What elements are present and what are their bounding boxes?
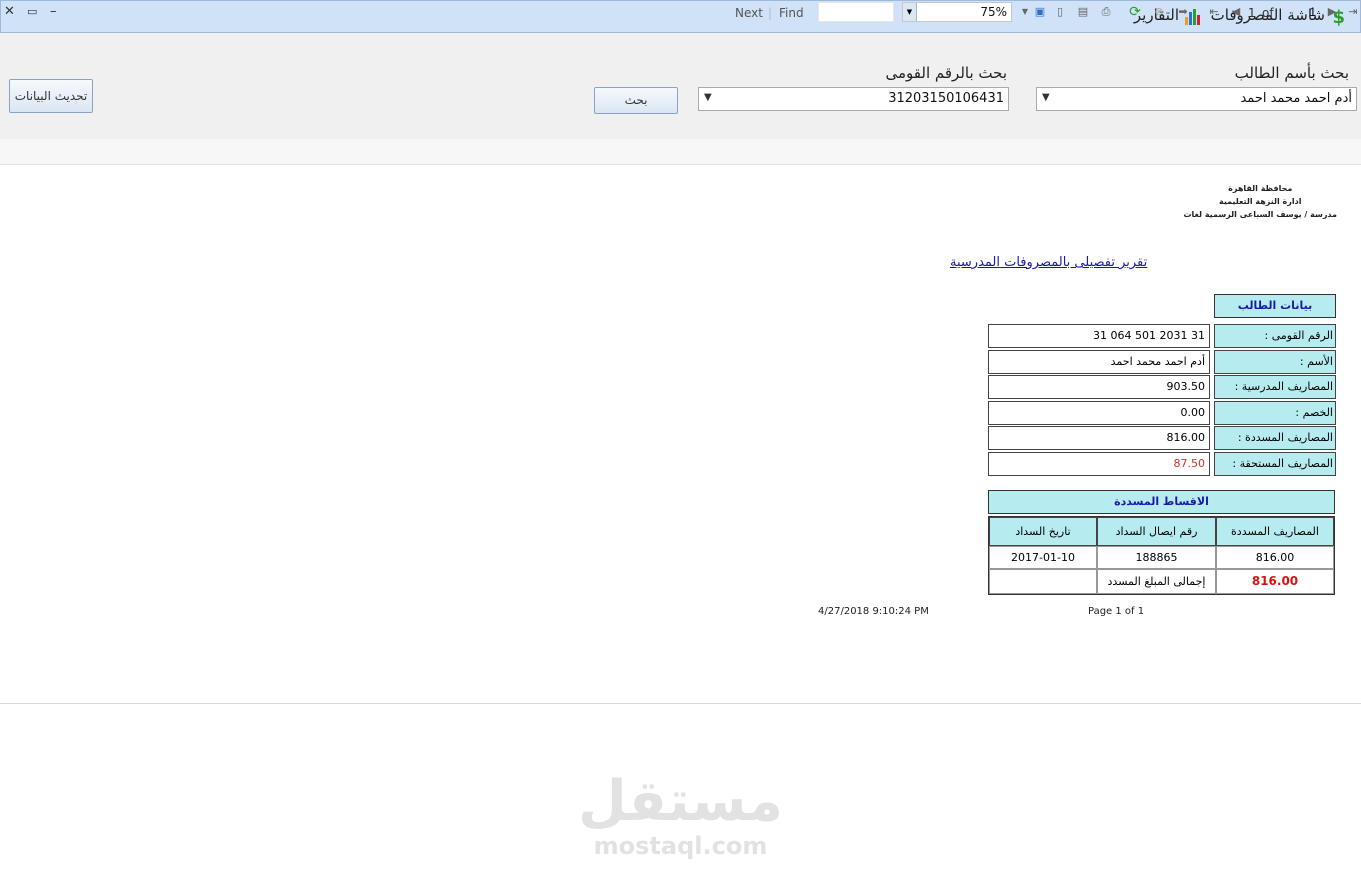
- page-setup-icon[interactable]: ▯: [1053, 5, 1067, 19]
- export-icon[interactable]: ▣: [1033, 5, 1047, 19]
- chevron-down-icon: ▼: [1042, 92, 1050, 103]
- next-link[interactable]: Next: [735, 6, 763, 20]
- empty-cell: [989, 569, 1097, 594]
- installments-table: المصاريف المسددة رقم ايصال السداد تاريخ …: [988, 516, 1335, 595]
- header-governorate: محافظة القاهرة: [1228, 184, 1293, 193]
- export-dropdown-icon[interactable]: ▼: [1018, 5, 1032, 19]
- student-field-label: المصاريف المستحقة :: [1214, 451, 1336, 476]
- watermark-logo: مستقل: [578, 769, 783, 834]
- student-field-label: الرقم القومى :: [1214, 324, 1336, 348]
- chevron-down-icon: ▼: [903, 3, 917, 21]
- refresh-data-button[interactable]: تحديث البيانات: [9, 79, 93, 113]
- total-pages: 1: [1248, 6, 1256, 20]
- restore-icon[interactable]: ▭: [27, 5, 37, 18]
- report-title: تقرير تفصيلى بالمصروفات المدرسية: [950, 255, 1148, 270]
- watermark-url: mostaql.com: [593, 832, 768, 860]
- header-administration: ادارة النزهة التعليمية: [1219, 197, 1302, 206]
- header-school: مدرسة / يوسف السباعى الرسمية لغات: [1183, 210, 1337, 219]
- student-field-value: 816.00: [988, 426, 1210, 450]
- first-page-icon[interactable]: ⇤: [1207, 5, 1221, 19]
- student-field-label: المصاريف المدرسية :: [1214, 375, 1336, 399]
- search-button[interactable]: بحث: [594, 87, 678, 114]
- installments-header-receipt: رقم ايصال السداد: [1097, 517, 1216, 546]
- student-field-label: الأسم :: [1214, 349, 1336, 374]
- student-field-label: المصاريف المسددة :: [1214, 426, 1336, 450]
- print-icon[interactable]: ⎙: [1099, 5, 1113, 19]
- current-page-input[interactable]: [1282, 2, 1320, 22]
- report-page-number: Page 1 of 1: [1088, 606, 1145, 617]
- zoom-value: 75%: [980, 5, 1007, 19]
- installment-date-cell: 2017-01-10: [989, 546, 1097, 569]
- back-icon[interactable]: ➡: [1176, 5, 1190, 19]
- student-name-combo[interactable]: أدم احمد محمد احمد ▼: [1036, 87, 1357, 111]
- student-section-title: بيانات الطالب: [1214, 294, 1336, 318]
- separator: |: [768, 6, 773, 20]
- zoom-select[interactable]: 75% ▼: [902, 2, 1012, 22]
- installments-section-title: الاقساط المسددة: [988, 490, 1335, 514]
- of-label: of: [1262, 6, 1274, 20]
- student-field-label: الخصم :: [1214, 400, 1336, 425]
- total-paid-label: إجمالى المبلغ المسدد: [1097, 569, 1216, 594]
- student-field-value: 0.00: [988, 400, 1210, 425]
- student-field-value: 31 2031 501 064 31: [988, 324, 1210, 348]
- student-field-value: 903.50: [988, 375, 1210, 399]
- find-input[interactable]: [818, 2, 894, 22]
- student-field-value: 87.50: [988, 451, 1210, 476]
- print-layout-icon[interactable]: ▤: [1076, 5, 1090, 19]
- find-link[interactable]: Find: [779, 6, 804, 20]
- total-paid-value: 816.00: [1216, 569, 1334, 594]
- installment-amount-cell: 816.00: [1216, 546, 1334, 569]
- installment-receipt-cell: 188865: [1097, 546, 1216, 569]
- stop-icon[interactable]: ⊗: [1152, 5, 1166, 19]
- search-by-name-label: بحث بأسم الطالب: [1234, 64, 1349, 82]
- search-by-national-id-label: بحث بالرقم القومى: [885, 64, 1007, 82]
- student-name-value: أدم احمد محمد احمد: [1240, 91, 1352, 106]
- report-print-date: 4/27/2018 9:10:24 PM: [818, 606, 929, 617]
- national-id-combo[interactable]: 31203150106431 ▼: [698, 87, 1009, 111]
- installments-header-amount: المصاريف المسددة: [1216, 517, 1334, 546]
- previous-page-icon[interactable]: ◀: [1229, 5, 1243, 19]
- last-page-icon[interactable]: ⇥: [1346, 5, 1360, 19]
- student-field-value: أدم احمد محمد احمد: [988, 349, 1210, 374]
- report-viewer-toolbar: [0, 139, 1361, 165]
- refresh-icon[interactable]: ⟳: [1128, 5, 1142, 19]
- close-icon[interactable]: ✕: [4, 4, 15, 19]
- chevron-down-icon: ▼: [704, 92, 712, 103]
- school-header: محافظة القاهرة ادارة النزهة التعليمية مد…: [1183, 182, 1337, 221]
- national-id-value: 31203150106431: [888, 91, 1004, 106]
- next-page-icon[interactable]: ▶: [1325, 5, 1339, 19]
- installments-header-date: تاريخ السداد: [989, 517, 1097, 546]
- minimize-icon[interactable]: –: [50, 4, 57, 19]
